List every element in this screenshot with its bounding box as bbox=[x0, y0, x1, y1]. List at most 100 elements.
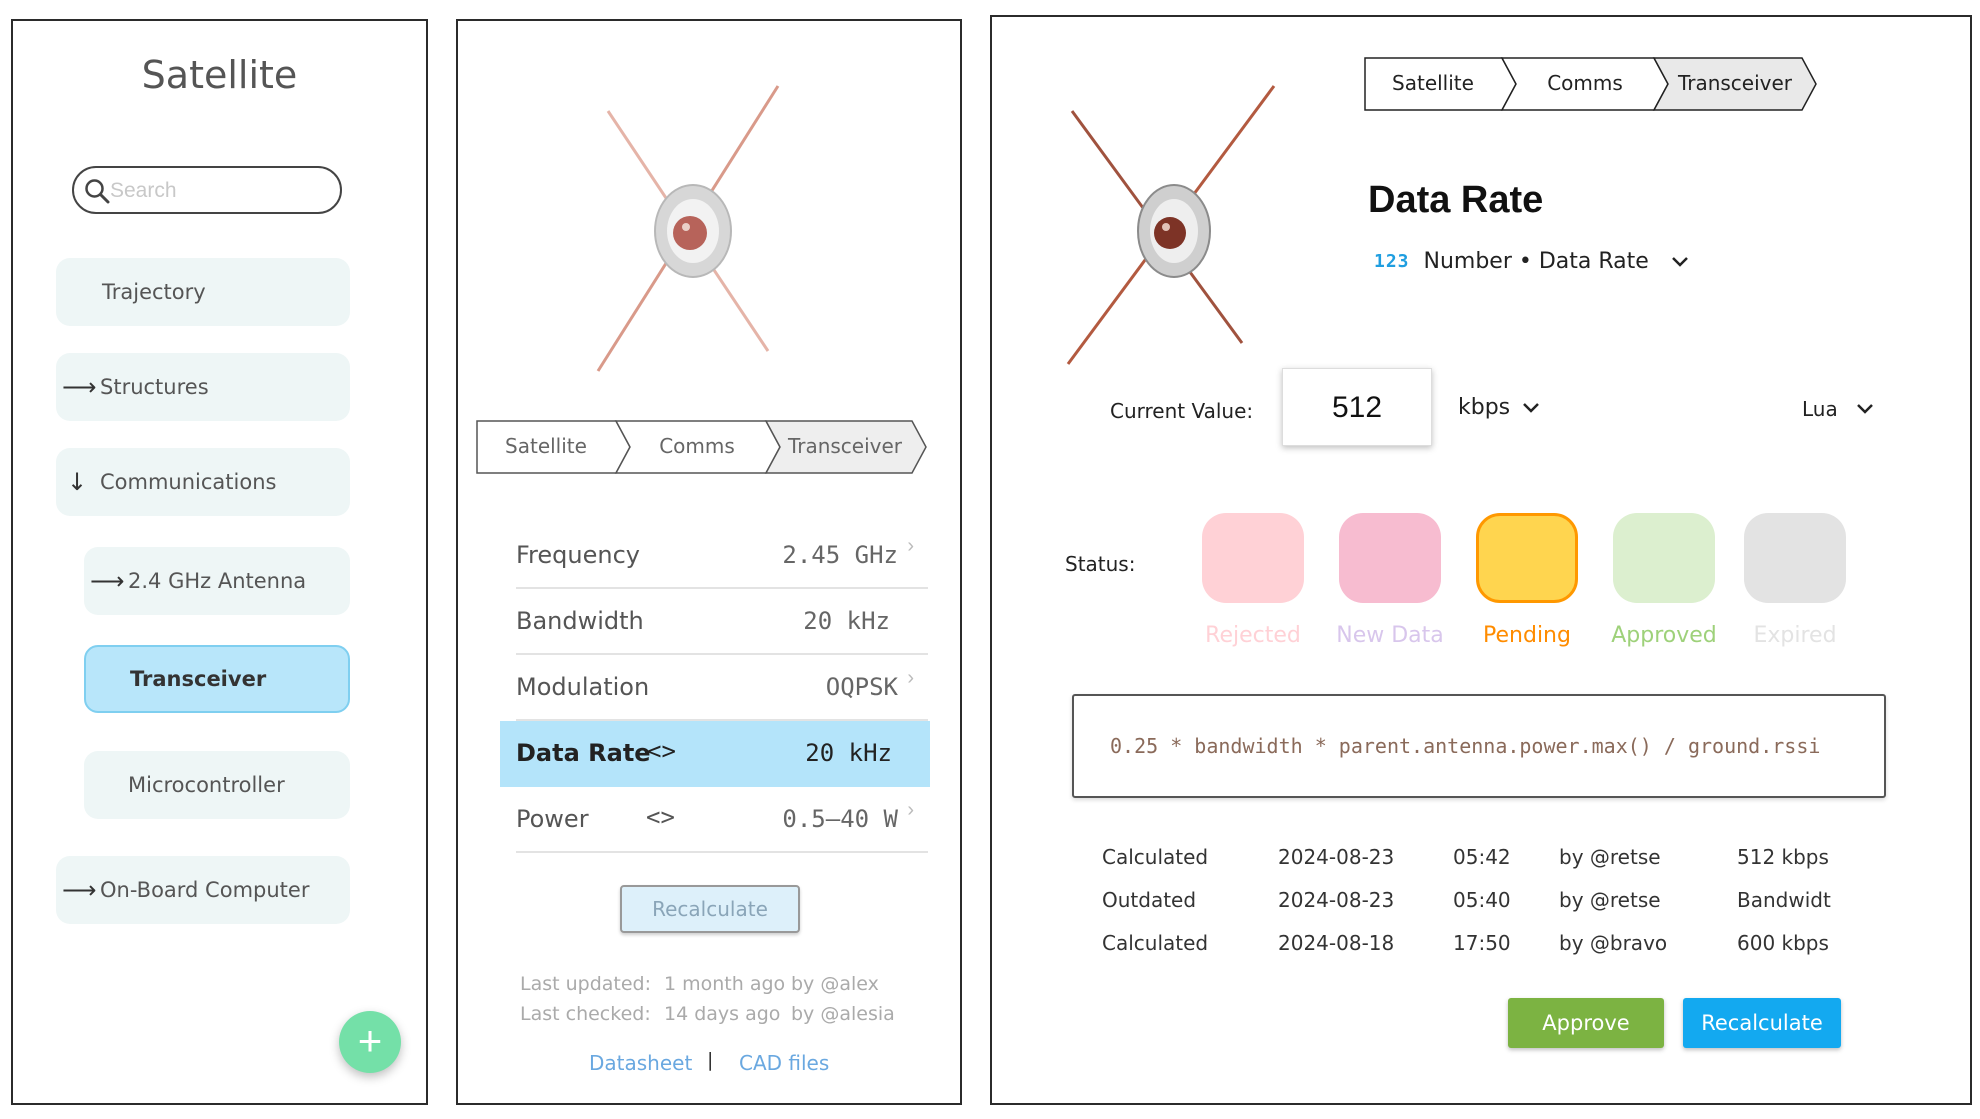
search-icon bbox=[85, 179, 110, 204]
sidebar-item-label: Transceiver bbox=[130, 667, 267, 691]
breadcrumb-satellite[interactable]: Satellite bbox=[476, 420, 616, 472]
sidebar-item-communications[interactable]: ↓ Communications bbox=[56, 448, 350, 516]
link-separator: | bbox=[707, 1049, 714, 1071]
property-name: Data Rate bbox=[516, 739, 651, 767]
sidebar-item-label: Communications bbox=[100, 470, 277, 494]
history-time: 17:50 bbox=[1453, 931, 1511, 955]
sidebar-item-transceiver[interactable]: Transceiver bbox=[84, 645, 350, 713]
down-arrow-icon[interactable]: ↓ bbox=[62, 468, 92, 496]
history-time: 05:42 bbox=[1453, 845, 1511, 869]
current-value-field[interactable]: 512 bbox=[1282, 368, 1432, 446]
history-date: 2024-08-23 bbox=[1278, 888, 1395, 912]
recalculate-button[interactable]: Recalculate bbox=[1683, 998, 1841, 1048]
last-checked-label: Last checked: bbox=[520, 1003, 651, 1025]
add-button[interactable]: + bbox=[339, 1011, 401, 1073]
status-new-data-chip[interactable] bbox=[1339, 513, 1441, 603]
sidebar-item-onboard-computer[interactable]: ⟶ On-Board Computer bbox=[56, 856, 350, 924]
type-selector[interactable]: 123 Number • Data Rate bbox=[1374, 249, 1689, 274]
property-value: 2.45 GHz bbox=[782, 541, 898, 569]
last-checked-by: by @alesia bbox=[791, 1003, 895, 1025]
history-status: Calculated bbox=[1102, 845, 1209, 869]
right-arrow-icon[interactable]: ⟶ bbox=[62, 373, 96, 401]
status-approved-label: Approved bbox=[1611, 623, 1717, 648]
chevron-right-icon[interactable]: › bbox=[907, 535, 914, 558]
history-value: Bandwidt bbox=[1737, 888, 1831, 912]
type-label: Number • Data Rate bbox=[1423, 249, 1649, 274]
property-row-bandwidth[interactable]: Bandwidth 20 kHz bbox=[516, 589, 928, 655]
satellite-image bbox=[596, 85, 780, 372]
current-value-label: Current Value: bbox=[1110, 399, 1254, 423]
sidebar-item-microcontroller[interactable]: Microcontroller bbox=[84, 751, 350, 819]
unit-dropdown[interactable]: kbps bbox=[1458, 395, 1540, 420]
history-user: by @retse bbox=[1559, 888, 1661, 912]
status-rejected-label: Rejected bbox=[1205, 623, 1301, 648]
history-date: 2024-08-23 bbox=[1278, 845, 1395, 869]
sidebar-item-antenna[interactable]: ⟶ 2.4 GHz Antenna bbox=[84, 547, 350, 615]
history-user: by @bravo bbox=[1559, 931, 1668, 955]
approve-button[interactable]: Approve bbox=[1508, 998, 1664, 1048]
property-name: Modulation bbox=[516, 673, 650, 701]
property-value: 20 kHz bbox=[805, 739, 892, 767]
property-value: 20 kHz bbox=[803, 607, 890, 635]
status-expired-chip[interactable] bbox=[1744, 513, 1846, 603]
status-expired-label: Expired bbox=[1753, 623, 1837, 648]
status-rejected-chip[interactable] bbox=[1202, 513, 1304, 603]
history-date: 2024-08-18 bbox=[1278, 931, 1395, 955]
chevron-right-icon[interactable]: › bbox=[907, 667, 914, 690]
property-row-modulation[interactable]: Modulation OQPSK › bbox=[516, 655, 928, 721]
property-name: Power bbox=[516, 805, 589, 833]
history-status: Calculated bbox=[1102, 931, 1209, 955]
breadcrumb-transceiver[interactable]: Transceiver bbox=[772, 420, 918, 472]
search-box[interactable] bbox=[72, 166, 342, 214]
sidebar-item-structures[interactable]: ⟶ Structures bbox=[56, 353, 350, 421]
property-row-data-rate[interactable]: Data Rate <> 20 kHz bbox=[500, 721, 930, 787]
last-updated-label: Last updated: bbox=[520, 973, 652, 995]
sidebar-item-label: Structures bbox=[100, 375, 209, 399]
language-dropdown[interactable]: Lua bbox=[1802, 397, 1874, 421]
recalculate-button[interactable]: Recalculate bbox=[620, 885, 800, 933]
history-status: Outdated bbox=[1102, 888, 1197, 912]
breadcrumb-transceiver[interactable]: Transceiver bbox=[1662, 57, 1808, 109]
status-approved-chip[interactable] bbox=[1613, 513, 1715, 603]
cad-files-link[interactable]: CAD files bbox=[739, 1051, 829, 1075]
last-updated-by: by @alex bbox=[791, 973, 879, 995]
sidebar-item-trajectory[interactable]: Trajectory bbox=[56, 258, 350, 326]
status-new-data-label: New Data bbox=[1336, 623, 1444, 648]
datasheet-link[interactable]: Datasheet bbox=[589, 1051, 692, 1075]
sidebar-item-label: Trajectory bbox=[102, 280, 206, 304]
detail-panel: Satellite Comms Transceiver Frequency 2.… bbox=[456, 19, 962, 1105]
chevron-right-icon[interactable]: › bbox=[907, 799, 914, 822]
sidebar-item-label: On-Board Computer bbox=[100, 878, 310, 902]
history-time: 05:40 bbox=[1453, 888, 1511, 912]
search-input[interactable] bbox=[110, 176, 330, 206]
navigation-panel: Satellite Trajectory ⟶ Structures ↓ Comm… bbox=[11, 19, 428, 1105]
chevron-down-icon[interactable] bbox=[1856, 403, 1874, 415]
history-value: 512 kbps bbox=[1737, 845, 1829, 869]
editor-panel: Satellite Comms Transceiver Data Rate 12… bbox=[990, 15, 1972, 1105]
chevron-down-icon[interactable] bbox=[1522, 402, 1540, 414]
history-value: 600 kbps bbox=[1737, 931, 1829, 955]
formula-editor[interactable]: 0.25 * bandwidth * parent.antenna.power.… bbox=[1072, 694, 1886, 798]
right-arrow-icon[interactable]: ⟶ bbox=[62, 876, 96, 904]
sidebar-item-label: 2.4 GHz Antenna bbox=[128, 569, 307, 593]
last-checked-value: 14 days ago bbox=[664, 1003, 781, 1025]
history-user: by @retse bbox=[1559, 845, 1661, 869]
sidebar-item-label: Microcontroller bbox=[128, 773, 285, 797]
last-updated-value: 1 month ago bbox=[664, 973, 786, 995]
status-pending-label: Pending bbox=[1483, 623, 1571, 648]
code-icon[interactable]: <> bbox=[646, 803, 675, 831]
property-row-power[interactable]: Power <> 0.5–40 W › bbox=[516, 787, 928, 853]
property-row-frequency[interactable]: Frequency 2.45 GHz › bbox=[516, 523, 928, 589]
breadcrumb-satellite[interactable]: Satellite bbox=[1364, 57, 1502, 109]
number-type-icon: 123 bbox=[1374, 251, 1410, 272]
property-name: Frequency bbox=[516, 541, 640, 569]
satellite-image bbox=[1066, 85, 1276, 365]
unit-label: kbps bbox=[1458, 395, 1511, 420]
code-icon[interactable]: <> bbox=[647, 737, 676, 765]
breadcrumb-comms[interactable]: Comms bbox=[1510, 57, 1660, 109]
property-value: OQPSK bbox=[825, 673, 898, 701]
breadcrumb-comms[interactable]: Comms bbox=[622, 420, 772, 472]
chevron-down-icon[interactable] bbox=[1671, 256, 1689, 268]
status-pending-chip[interactable] bbox=[1476, 513, 1578, 603]
right-arrow-icon[interactable]: ⟶ bbox=[90, 567, 124, 595]
